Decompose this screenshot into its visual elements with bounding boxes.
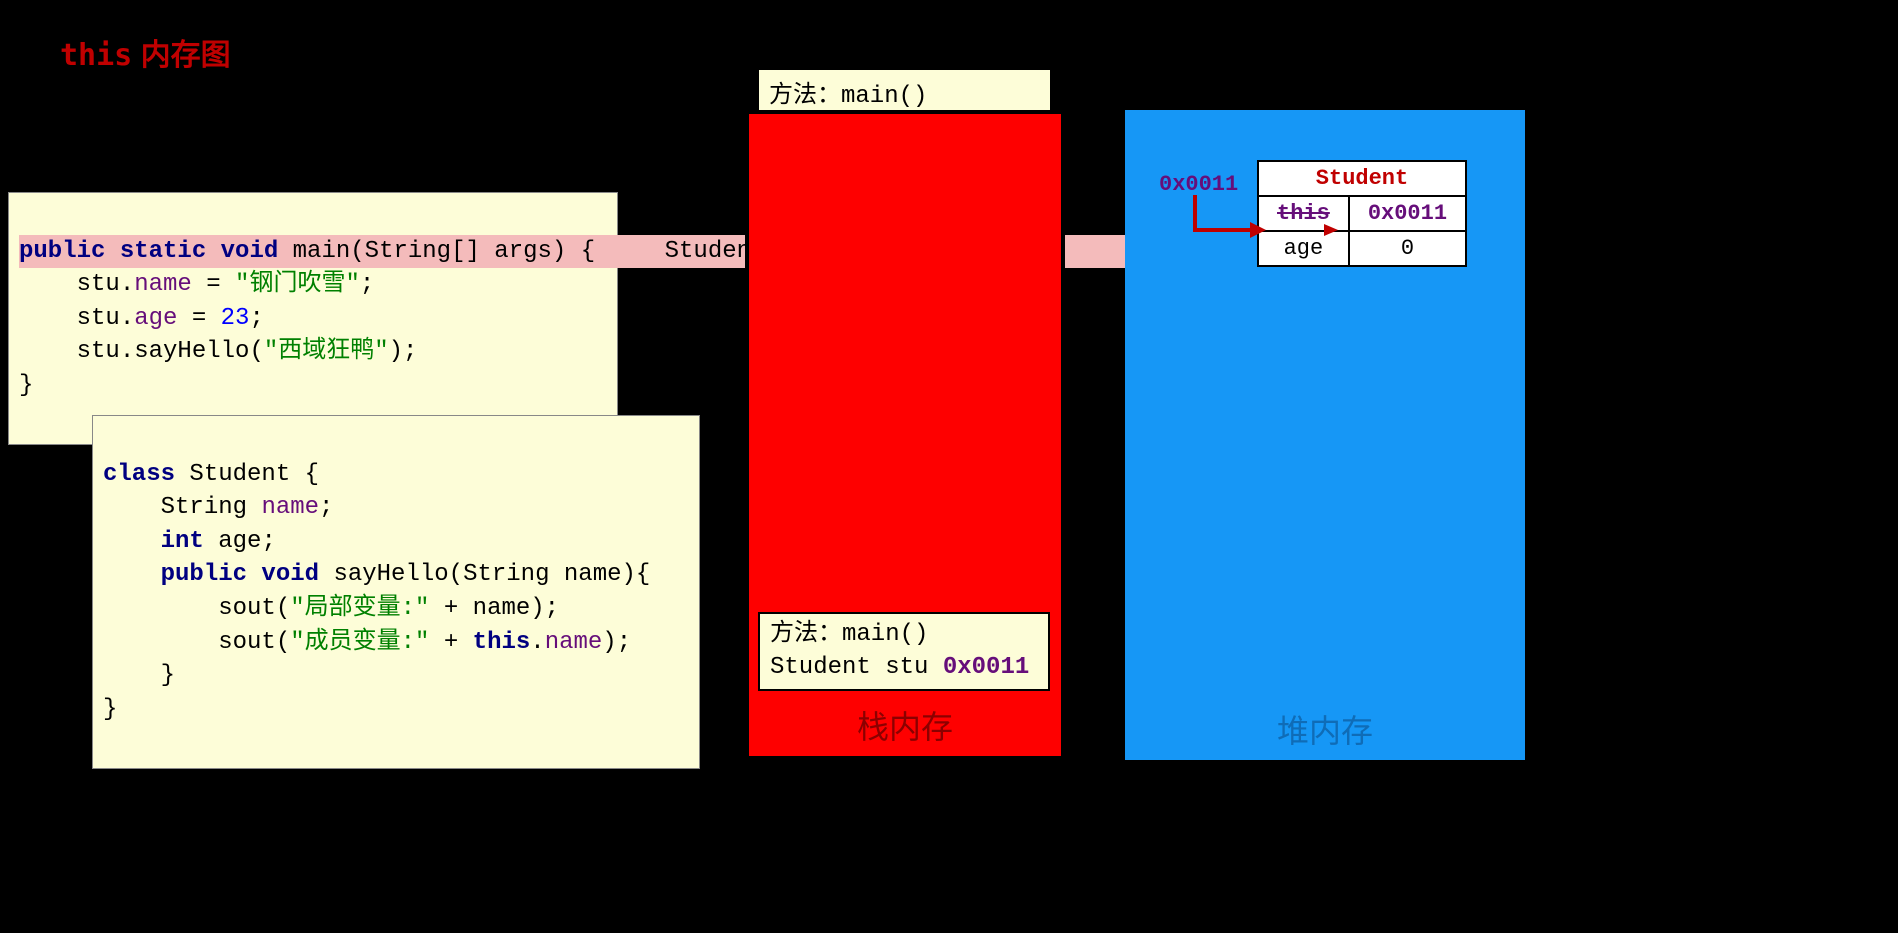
- title-this: this: [60, 38, 132, 73]
- arrow-this-strike: [1324, 222, 1352, 242]
- heap-label: 堆内存: [1277, 706, 1373, 752]
- frame-var-addr: 0x0011: [943, 654, 1029, 681]
- code-student: class Student { String name; int age; pu…: [92, 415, 700, 769]
- stack-frame-main: 方法：main() Student stu 0x0011: [758, 612, 1050, 691]
- obj-field-this-val: 0x0011: [1349, 196, 1466, 231]
- stack-top-method: 方法：main(): [757, 68, 1052, 116]
- code-main: public static void main(String[] args) {…: [8, 192, 618, 445]
- stack-memory: 栈内存 方法：main() Student stu 0x0011: [745, 110, 1065, 760]
- diagram-title: this 内存图: [60, 30, 231, 74]
- frame-method: 方法：main(): [770, 618, 1038, 652]
- title-rest: 内存图: [132, 39, 230, 72]
- arrow-addr-to-this: [1190, 190, 1340, 250]
- frame-var-line: Student stu 0x0011: [770, 651, 1038, 685]
- stack-label: 栈内存: [857, 702, 953, 748]
- obj-field-age-val: 0: [1349, 231, 1466, 266]
